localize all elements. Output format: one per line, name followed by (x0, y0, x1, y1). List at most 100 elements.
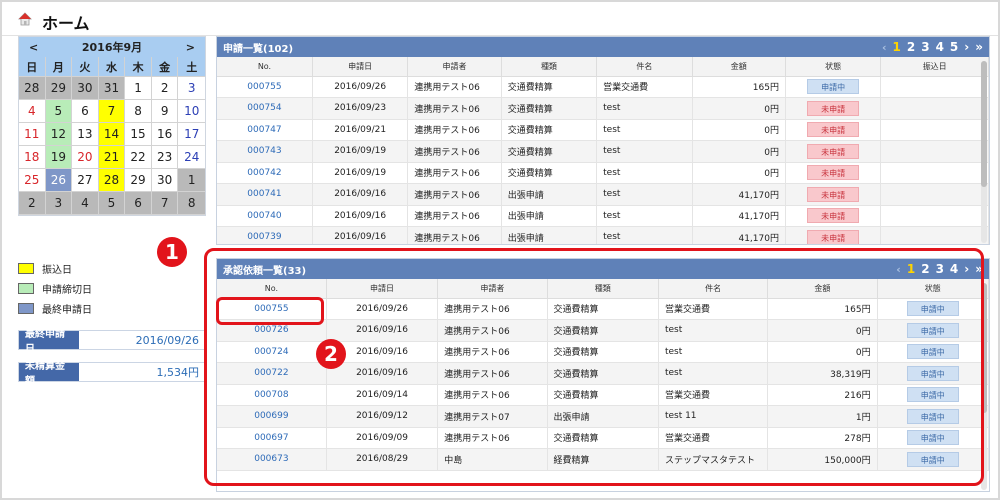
calendar-day[interactable]: 21 (98, 146, 126, 169)
table-row[interactable]: 000740 2016/09/16 連携用テスト06 出張申請 test 41,170円 未… (217, 205, 989, 227)
pager-page[interactable]: 2 (921, 262, 929, 276)
table-row[interactable]: 000742 2016/09/19 連携用テスト06 交通費精算 test 0円 未申請 (217, 162, 989, 184)
calendar-day[interactable]: 5 (98, 192, 126, 215)
calendar-day[interactable]: 25 (19, 169, 46, 192)
calendar-day[interactable]: 5 (45, 100, 73, 123)
pager-next[interactable]: › (964, 262, 969, 276)
application-number-link[interactable]: 000754 (217, 97, 313, 120)
column-header[interactable]: 申請日 (326, 279, 439, 299)
column-header[interactable]: 申請日 (312, 57, 409, 77)
application-number-link[interactable]: 000755 (217, 76, 313, 98)
calendar-day[interactable]: 10 (178, 100, 205, 123)
calendar-day[interactable]: 29 (45, 77, 73, 100)
table-row[interactable]: 000754 2016/09/23 連携用テスト06 交通費精算 test 0円 未申請 (217, 97, 989, 120)
scrollbar-thumb[interactable] (981, 61, 987, 187)
home-icon[interactable] (18, 12, 32, 26)
calendar-day[interactable]: 18 (19, 146, 46, 169)
application-number-link[interactable]: 000747 (217, 119, 313, 141)
approvals-scrollbar[interactable] (981, 283, 987, 490)
calendar-day[interactable]: 7 (98, 100, 126, 123)
calendar-day[interactable]: 3 (178, 77, 205, 100)
calendar-day[interactable]: 19 (45, 146, 73, 169)
pager-page[interactable]: 3 (921, 40, 929, 54)
calendar-day[interactable]: 22 (125, 146, 152, 169)
calendar-day[interactable]: 6 (125, 192, 152, 215)
calendar-day[interactable]: 8 (125, 100, 152, 123)
table-row[interactable]: 000697 2016/09/09 連携用テスト06 交通費精算 営業交通費 278円 申請… (217, 427, 989, 449)
pager-page[interactable]: 5 (950, 40, 958, 54)
pager-page[interactable]: 2 (907, 40, 915, 54)
approval-number-link[interactable]: 000708 (217, 384, 327, 406)
column-header[interactable]: 振込日 (880, 57, 989, 77)
calendar-day[interactable]: 3 (45, 192, 73, 215)
application-number-link[interactable]: 000742 (217, 162, 313, 184)
column-header[interactable]: No. (217, 57, 313, 77)
approval-number-link[interactable]: 000722 (217, 362, 327, 385)
table-row[interactable]: 000708 2016/09/14 連携用テスト06 交通費精算 営業交通費 216円 申請… (217, 384, 989, 406)
application-number-link[interactable]: 000740 (217, 205, 313, 227)
calendar-day[interactable]: 7 (151, 192, 179, 215)
column-header[interactable]: 金額 (767, 279, 878, 299)
calendar-day[interactable]: 4 (72, 192, 99, 215)
application-number-link[interactable]: 000741 (217, 183, 313, 206)
column-header[interactable]: 件名 (596, 57, 693, 77)
column-header[interactable]: No. (217, 279, 327, 299)
calendar-day[interactable]: 29 (125, 169, 152, 192)
calendar-day[interactable]: 27 (72, 169, 99, 192)
calendar-day[interactable]: 1 (178, 169, 205, 192)
table-row[interactable]: 000743 2016/09/19 連携用テスト06 交通費精算 test 0円 未申請 (217, 140, 989, 163)
calendar-day[interactable]: 20 (72, 146, 99, 169)
approval-number-link[interactable]: 000726 (217, 319, 327, 342)
table-row[interactable]: 000741 2016/09/16 連携用テスト06 出張申請 test 41,170円 未… (217, 183, 989, 206)
table-row[interactable]: 000726 2016/09/16 連携用テスト06 交通費精算 test 0円 申請中 (217, 319, 989, 342)
pager-next[interactable]: › (964, 40, 969, 54)
calendar-day[interactable]: 14 (98, 123, 126, 146)
column-header[interactable]: 金額 (692, 57, 786, 77)
calendar-day[interactable]: 26 (45, 169, 73, 192)
calendar-day[interactable]: 23 (151, 146, 179, 169)
pager-page[interactable]: 1 (892, 40, 900, 54)
calendar-day[interactable]: 30 (72, 77, 99, 100)
calendar-day[interactable]: 6 (72, 100, 99, 123)
calendar-day[interactable]: 31 (98, 77, 126, 100)
scrollbar-thumb[interactable] (981, 283, 987, 413)
calendar-day[interactable]: 9 (151, 100, 179, 123)
column-header[interactable]: 種類 (547, 279, 659, 299)
pager-prev[interactable]: ‹ (882, 41, 887, 54)
calendar-day[interactable]: 13 (72, 123, 99, 146)
pager-page[interactable]: 1 (907, 262, 915, 276)
calendar-prev-button[interactable]: < (29, 41, 38, 54)
calendar-next-button[interactable]: > (186, 41, 195, 54)
calendar-day[interactable]: 1 (125, 77, 152, 100)
column-header[interactable]: 申請者 (437, 279, 548, 299)
calendar-day[interactable]: 24 (178, 146, 205, 169)
column-header[interactable]: 申請者 (407, 57, 502, 77)
approval-number-link[interactable]: 000697 (217, 427, 327, 449)
calendar-day[interactable]: 28 (19, 77, 46, 100)
pager-page[interactable]: 3 (936, 262, 944, 276)
calendar-day[interactable]: 28 (98, 169, 126, 192)
applications-scrollbar[interactable] (981, 61, 987, 243)
table-row[interactable]: 000755 2016/09/26 連携用テスト06 交通費精算 営業交通費 165円 申請… (217, 298, 989, 320)
calendar-day[interactable]: 8 (178, 192, 205, 215)
approval-number-link[interactable]: 000673 (217, 448, 327, 471)
column-header[interactable]: 件名 (658, 279, 769, 299)
table-row[interactable]: 000755 2016/09/26 連携用テスト06 交通費精算 営業交通費 165円 申請… (217, 76, 989, 98)
pager-last[interactable]: » (975, 262, 983, 276)
approval-number-link[interactable]: 000699 (217, 405, 327, 428)
pager-page[interactable]: 4 (936, 40, 944, 54)
calendar-day[interactable]: 2 (19, 192, 46, 215)
approval-number-link[interactable]: 000755 (217, 298, 327, 320)
pager-page[interactable]: 4 (950, 262, 958, 276)
pager-prev[interactable]: ‹ (896, 263, 901, 276)
calendar-day[interactable]: 16 (151, 123, 179, 146)
column-header[interactable]: 状態 (785, 57, 882, 77)
calendar-day[interactable]: 17 (178, 123, 205, 146)
calendar-day[interactable]: 4 (19, 100, 46, 123)
table-row[interactable]: 000739 2016/09/16 連携用テスト06 出張申請 test 41,170円 未… (217, 226, 989, 244)
calendar-day[interactable]: 11 (19, 123, 46, 146)
calendar-day[interactable]: 2 (151, 77, 179, 100)
calendar-day[interactable]: 12 (45, 123, 73, 146)
table-row[interactable]: 000747 2016/09/21 連携用テスト06 交通費精算 test 0円 未申請 (217, 119, 989, 141)
calendar-day[interactable]: 15 (125, 123, 152, 146)
